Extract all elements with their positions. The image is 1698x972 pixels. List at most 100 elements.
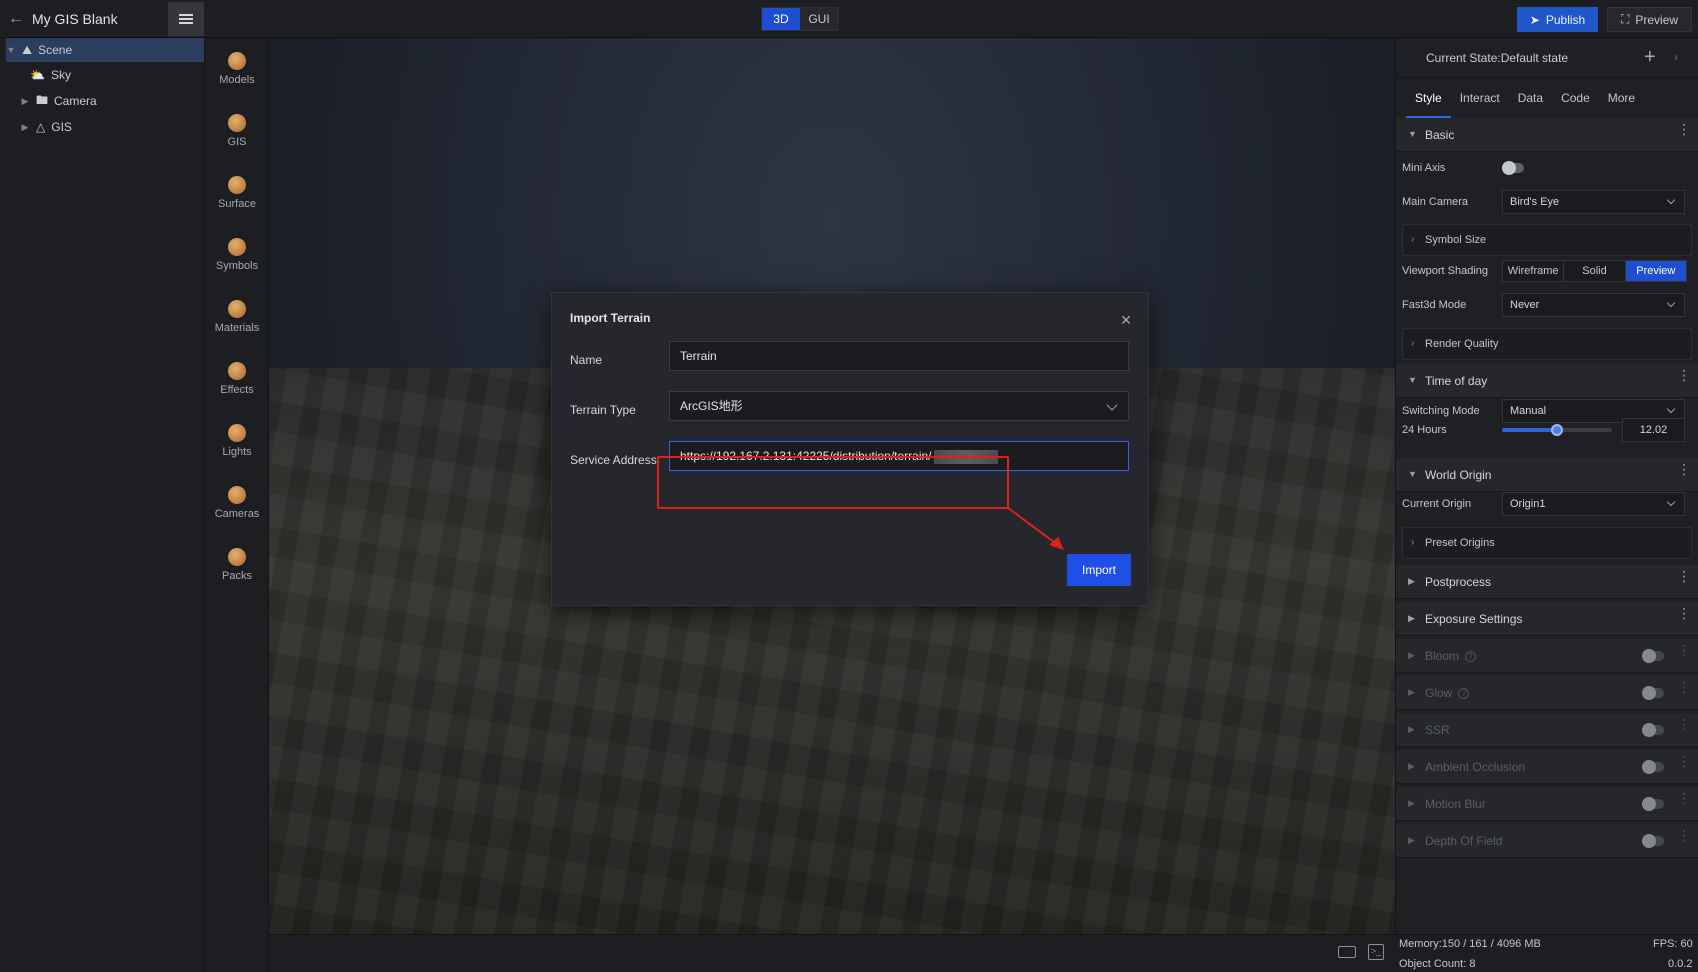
hours-slider[interactable]: [1502, 424, 1612, 436]
preview-button[interactable]: ⛶ Preview: [1607, 7, 1692, 32]
tree-item-sky[interactable]: ⛅ Sky: [30, 63, 204, 87]
name-label: Name: [570, 353, 603, 367]
back-arrow-icon[interactable]: ←: [8, 10, 24, 28]
terminal-icon[interactable]: >_: [1368, 944, 1384, 960]
shading-wireframe-button[interactable]: Wireframe: [1503, 261, 1565, 281]
render-quality-group[interactable]: › Render Quality: [1402, 328, 1692, 360]
hamburger-menu-button[interactable]: [168, 2, 204, 36]
section-motion-blur[interactable]: ▶ Motion Blur ⋮: [1396, 787, 1698, 821]
current-origin-select[interactable]: Origin1: [1502, 492, 1685, 516]
add-state-icon[interactable]: +: [1644, 46, 1656, 69]
section-time-of-day[interactable]: ▼ Time of day ⋮: [1396, 364, 1698, 398]
section-depth-of-field[interactable]: ▶ Depth Of Field ⋮: [1396, 824, 1698, 858]
caret-right-icon[interactable]: ▶: [20, 122, 30, 133]
depth-of-field-toggle[interactable]: [1642, 834, 1664, 848]
ssr-toggle[interactable]: [1642, 723, 1664, 737]
mini-axis-toggle[interactable]: [1502, 161, 1524, 175]
rail-item-materials[interactable]: Materials: [205, 292, 269, 342]
preset-origins-group[interactable]: › Preset Origins: [1402, 527, 1692, 559]
kebab-menu-icon[interactable]: ⋮: [1677, 643, 1691, 657]
fast3d-mode-select[interactable]: Never: [1502, 293, 1685, 317]
rail-item-cameras[interactable]: Cameras: [205, 478, 269, 528]
bloom-toggle[interactable]: [1642, 649, 1664, 663]
annotation-highlight-box: [657, 456, 1009, 509]
ambient-occlusion-toggle[interactable]: [1642, 760, 1664, 774]
sky-icon: ⛅: [30, 68, 45, 82]
kebab-menu-icon[interactable]: ⋮: [1677, 368, 1691, 382]
tab-code[interactable]: Code: [1552, 78, 1599, 118]
section-title: Depth Of Field: [1425, 834, 1503, 848]
tab-interact[interactable]: Interact: [1451, 78, 1509, 118]
hours-slider-thumb[interactable]: [1551, 424, 1563, 436]
kebab-menu-icon[interactable]: ⋮: [1677, 680, 1691, 694]
kebab-menu-icon[interactable]: ⋮: [1677, 791, 1691, 805]
rail-item-gis[interactable]: GIS: [205, 106, 269, 156]
chevron-right-icon: ›: [1411, 338, 1415, 349]
caret-right-icon: ▶: [1408, 761, 1415, 771]
kebab-menu-icon[interactable]: ⋮: [1677, 828, 1691, 842]
rail-item-effects[interactable]: Effects: [205, 354, 269, 404]
rail-item-lights[interactable]: Lights: [205, 416, 269, 466]
terrain-type-value: ArcGIS地形: [680, 399, 743, 413]
shading-solid-button[interactable]: Solid: [1564, 261, 1626, 281]
tab-data[interactable]: Data: [1509, 78, 1552, 118]
rail-item-models[interactable]: Models: [205, 44, 269, 94]
rail-label: Models: [219, 74, 255, 86]
chevron-right-icon[interactable]: ›: [1674, 50, 1678, 64]
hamburger-icon: [179, 12, 193, 26]
section-title: Exposure Settings: [1425, 612, 1523, 626]
caret-right-icon[interactable]: ▶: [20, 96, 30, 107]
mode-gui-button[interactable]: GUI: [800, 8, 838, 30]
publish-label: Publish: [1545, 12, 1586, 27]
mini-axis-label: Mini Axis: [1402, 162, 1446, 174]
section-title: World Origin: [1425, 468, 1492, 482]
app-title: My GIS Blank: [32, 11, 118, 27]
rail-item-symbols[interactable]: Symbols: [205, 230, 269, 280]
folder-icon: 🖿: [36, 92, 49, 107]
tree-item-gis[interactable]: ▶ △ GIS: [20, 115, 204, 139]
section-ambient-occlusion[interactable]: ▶ Ambient Occlusion ⋮: [1396, 750, 1698, 784]
help-icon[interactable]: ?: [1465, 651, 1477, 662]
close-icon[interactable]: ✕: [1119, 313, 1133, 327]
section-glow[interactable]: ▶ Glow? ⋮: [1396, 676, 1698, 710]
caret-down-icon[interactable]: ▼: [6, 45, 16, 55]
import-button[interactable]: Import: [1067, 554, 1131, 586]
kebab-menu-icon[interactable]: ⋮: [1677, 754, 1691, 768]
symbol-size-group[interactable]: › Symbol Size: [1402, 224, 1692, 256]
section-postprocess[interactable]: ▶ Postprocess ⋮: [1396, 565, 1698, 599]
section-bloom[interactable]: ▶ Bloom? ⋮: [1396, 639, 1698, 673]
shading-preview-button[interactable]: Preview: [1625, 261, 1686, 281]
properties-panel: Current State:Default state + › Style In…: [1395, 38, 1698, 934]
tab-more[interactable]: More: [1599, 78, 1644, 118]
cameras-icon: [228, 486, 246, 504]
caret-right-icon: ▶: [1408, 576, 1415, 586]
chevron-down-icon: [1666, 404, 1676, 414]
tree-item-camera[interactable]: ▶ 🖿 Camera: [20, 89, 204, 113]
section-exposure-settings[interactable]: ▶ Exposure Settings ⋮: [1396, 602, 1698, 636]
mode-3d-button[interactable]: 3D: [762, 8, 800, 30]
rail-item-surface[interactable]: Surface: [205, 168, 269, 218]
publish-button[interactable]: ➤ Publish: [1517, 7, 1598, 32]
tree-item-scene[interactable]: ▼ ⛰ Scene: [6, 38, 204, 62]
tab-style[interactable]: Style: [1406, 78, 1451, 118]
section-basic[interactable]: ▼ Basic ⋮: [1396, 118, 1698, 152]
models-icon: [228, 52, 246, 70]
glow-toggle[interactable]: [1642, 686, 1664, 700]
main-camera-select[interactable]: Bird's Eye: [1502, 190, 1685, 214]
section-world-origin[interactable]: ▼ World Origin ⋮: [1396, 458, 1698, 492]
tree-item-label: GIS: [51, 120, 72, 134]
kebab-menu-icon[interactable]: ⋮: [1677, 122, 1691, 136]
name-input[interactable]: Terrain: [669, 341, 1129, 371]
keyboard-icon[interactable]: [1338, 946, 1356, 958]
kebab-menu-icon[interactable]: ⋮: [1677, 569, 1691, 583]
preview-label: Preview: [1635, 12, 1679, 27]
help-icon[interactable]: ?: [1458, 688, 1470, 699]
section-ssr[interactable]: ▶ SSR ⋮: [1396, 713, 1698, 747]
kebab-menu-icon[interactable]: ⋮: [1677, 717, 1691, 731]
motion-blur-toggle[interactable]: [1642, 797, 1664, 811]
rail-item-packs[interactable]: Packs: [205, 540, 269, 590]
terrain-type-select[interactable]: ArcGIS地形: [669, 391, 1129, 421]
kebab-menu-icon[interactable]: ⋮: [1677, 606, 1691, 620]
hours-input[interactable]: 12.02: [1622, 418, 1685, 442]
kebab-menu-icon[interactable]: ⋮: [1677, 462, 1691, 476]
